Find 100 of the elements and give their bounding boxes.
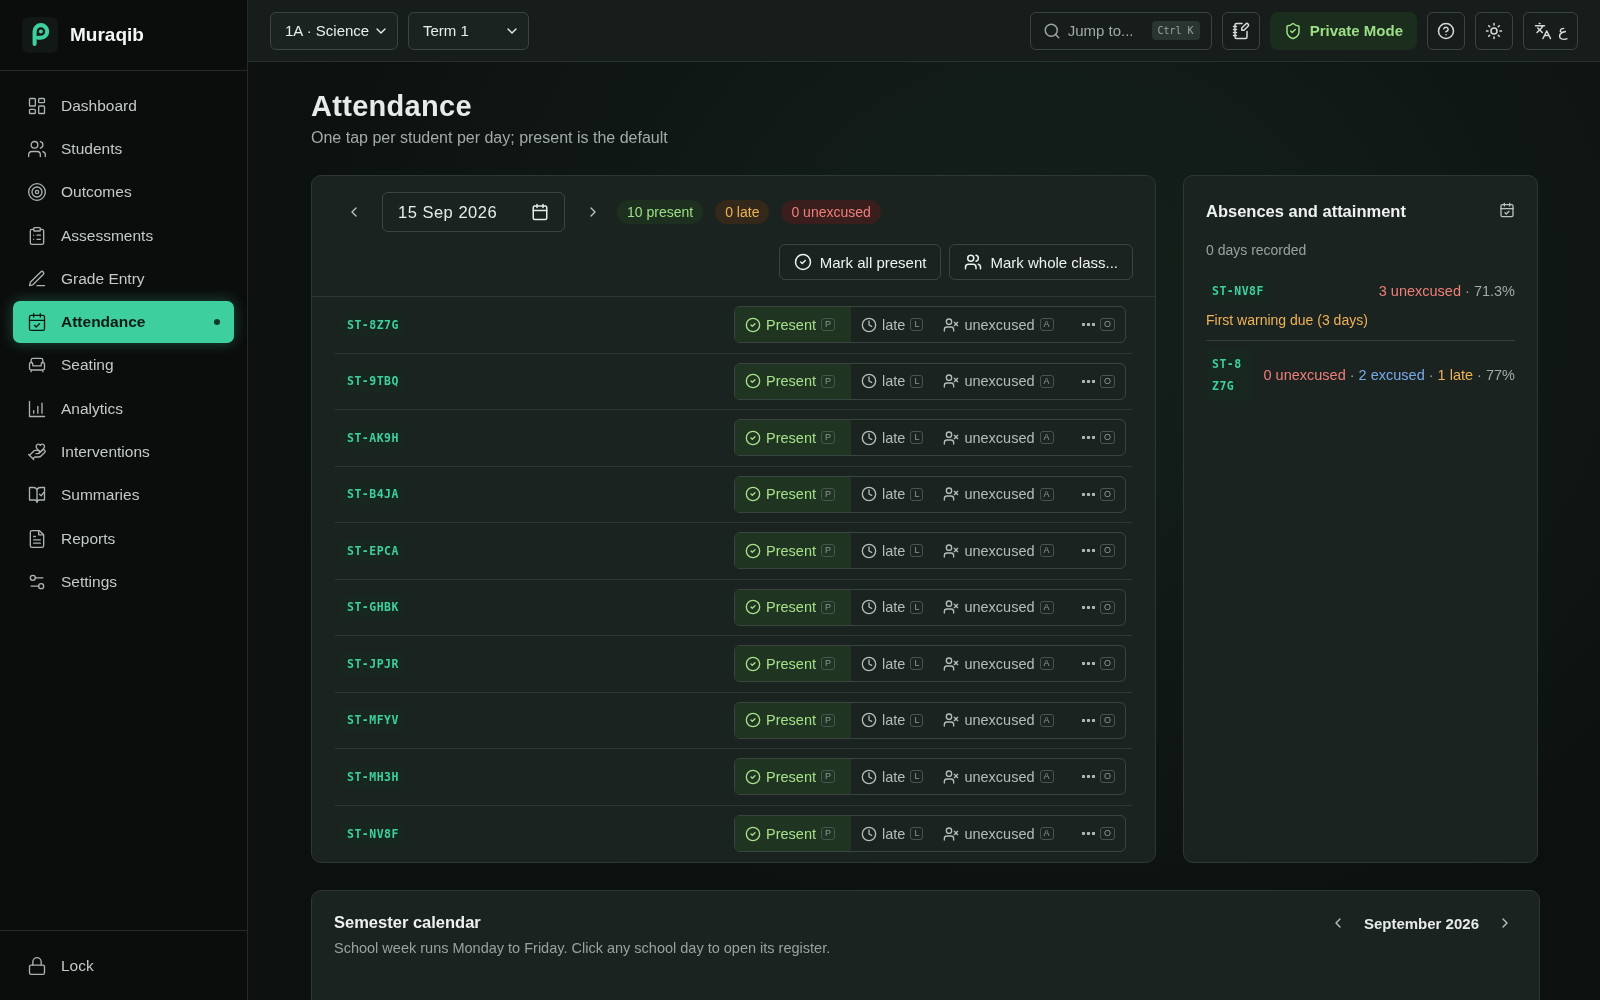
status-option[interactable]: late L (851, 702, 934, 738)
count-badge: 10 present (617, 200, 704, 224)
clock-icon (861, 373, 877, 390)
logo-icon (22, 17, 58, 53)
status-option[interactable]: Present P (735, 759, 851, 795)
status-option[interactable]: unexcused A (933, 759, 1064, 795)
mark-button[interactable]: Mark whole class... (949, 244, 1133, 280)
active-dot (214, 319, 220, 326)
status-option[interactable]: O (1072, 476, 1125, 512)
sidebar-item[interactable]: Seating (13, 344, 234, 387)
sidebar-item[interactable]: Settings (13, 561, 234, 603)
status-option[interactable]: Present P (735, 646, 851, 682)
status-option[interactable]: O (1072, 363, 1125, 399)
card-title: Semester calendar (334, 913, 482, 932)
status-option[interactable]: late L (851, 589, 934, 625)
status-option[interactable]: O (1072, 533, 1125, 569)
status-option[interactable]: unexcused A (933, 363, 1064, 399)
status-option[interactable]: Present P (735, 702, 851, 738)
status-option[interactable]: O (1072, 420, 1125, 456)
sidebar-item[interactable]: Reports (13, 517, 234, 560)
key-hint: O (1100, 827, 1115, 841)
status-option[interactable]: O (1072, 702, 1125, 738)
person-x-icon (943, 825, 960, 842)
key-hint: L (910, 827, 924, 841)
theme-button[interactable] (1475, 11, 1513, 50)
sidebar-item[interactable]: Assessments (13, 214, 234, 257)
person-x-icon (943, 599, 960, 616)
key-hint: P (821, 770, 835, 784)
status-option[interactable]: late L (851, 363, 934, 399)
sidebar-item[interactable]: Interventions (13, 431, 234, 473)
status-option[interactable]: O (1072, 307, 1125, 343)
sidebar-item[interactable]: Analytics (13, 388, 234, 430)
app-name: Muraqib (70, 24, 144, 46)
status-option[interactable]: Present P (735, 589, 851, 625)
sidebar-item[interactable]: Students (13, 128, 234, 170)
key-hint: O (1100, 770, 1115, 784)
status-option[interactable]: unexcused A (933, 702, 1064, 738)
status-option[interactable]: unexcused A (933, 420, 1064, 456)
more-icon (1082, 436, 1095, 440)
status-option[interactable]: late L (851, 646, 934, 682)
status-option[interactable]: unexcused A (933, 533, 1064, 569)
calendar-icon (27, 312, 47, 333)
status-option[interactable]: O (1072, 589, 1125, 625)
count-badge: 0 unexcused (781, 200, 881, 224)
class-select[interactable]: 1A · Science (270, 11, 398, 50)
lock-button[interactable]: Lock (0, 930, 247, 1000)
people-icon (27, 138, 47, 159)
key-hint: O (1100, 431, 1115, 445)
status-option[interactable]: unexcused A (933, 589, 1064, 625)
term-select[interactable]: Term 1 (408, 11, 529, 50)
person-x-icon (943, 768, 960, 785)
status-option[interactable]: late L (851, 759, 934, 795)
sidebar-item[interactable]: Dashboard (13, 85, 234, 127)
status-option[interactable]: unexcused A (933, 646, 1064, 682)
key-hint: P (821, 318, 835, 332)
date-field[interactable]: 15 Sep 2026 (382, 192, 565, 232)
key-hint: P (821, 431, 835, 445)
status-option[interactable]: O (1072, 759, 1125, 795)
key-hint: L (910, 318, 924, 332)
sidebar-item[interactable]: Grade Entry (13, 258, 234, 300)
status-option[interactable]: late L (851, 476, 934, 512)
status-option[interactable]: Present P (735, 533, 851, 569)
status-option[interactable]: O (1072, 816, 1125, 852)
key-hint: P (821, 827, 835, 841)
more-icon (1082, 323, 1095, 327)
language-button[interactable]: ع (1523, 11, 1578, 50)
status-option[interactable]: Present P (735, 816, 851, 852)
sidebar-item[interactable]: Summaries (13, 474, 234, 516)
sidebar-item[interactable]: Outcomes (13, 171, 234, 213)
status-option[interactable]: Present P (735, 476, 851, 512)
status-option[interactable]: late L (851, 533, 934, 569)
sidebar-item[interactable]: Attendance (13, 301, 234, 343)
bar-chart-icon (27, 398, 47, 419)
status-option[interactable]: Present P (735, 420, 851, 456)
key-hint: P (821, 657, 835, 671)
search-icon (1042, 21, 1061, 40)
key-hint: O (1100, 374, 1115, 388)
key-hint: O (1100, 487, 1115, 501)
check-circle-icon (745, 768, 761, 785)
more-icon (1082, 775, 1095, 779)
student-id: ST-JPJR (341, 652, 405, 675)
page-subtitle: One tap per student per day; present is the default (311, 129, 669, 147)
student-id: ST-8Z7G (1206, 349, 1254, 401)
status-option[interactable]: O (1072, 646, 1125, 682)
status-option[interactable]: unexcused A (933, 307, 1064, 343)
status-option[interactable]: unexcused A (933, 816, 1064, 852)
private-mode-button[interactable]: Private Mode (1269, 11, 1417, 50)
key-hint: L (910, 374, 924, 388)
mark-button[interactable]: Mark all present (778, 244, 942, 280)
calendar-subtitle: School week runs Monday to Friday. Click any school day to open its register. (334, 940, 831, 956)
status-option[interactable]: Present P (735, 363, 851, 399)
attendance-summary: 0 unexcused · 2 excused · 1 late · 77% (1263, 367, 1515, 383)
status-option[interactable]: unexcused A (933, 476, 1064, 512)
help-button[interactable] (1427, 11, 1465, 50)
notes-button[interactable] (1221, 11, 1260, 50)
status-option[interactable]: Present P (735, 307, 851, 343)
status-option[interactable]: late L (851, 307, 934, 343)
status-option[interactable]: late L (851, 420, 934, 456)
hand-heart-icon (27, 442, 47, 462)
status-option[interactable]: late L (851, 816, 934, 852)
